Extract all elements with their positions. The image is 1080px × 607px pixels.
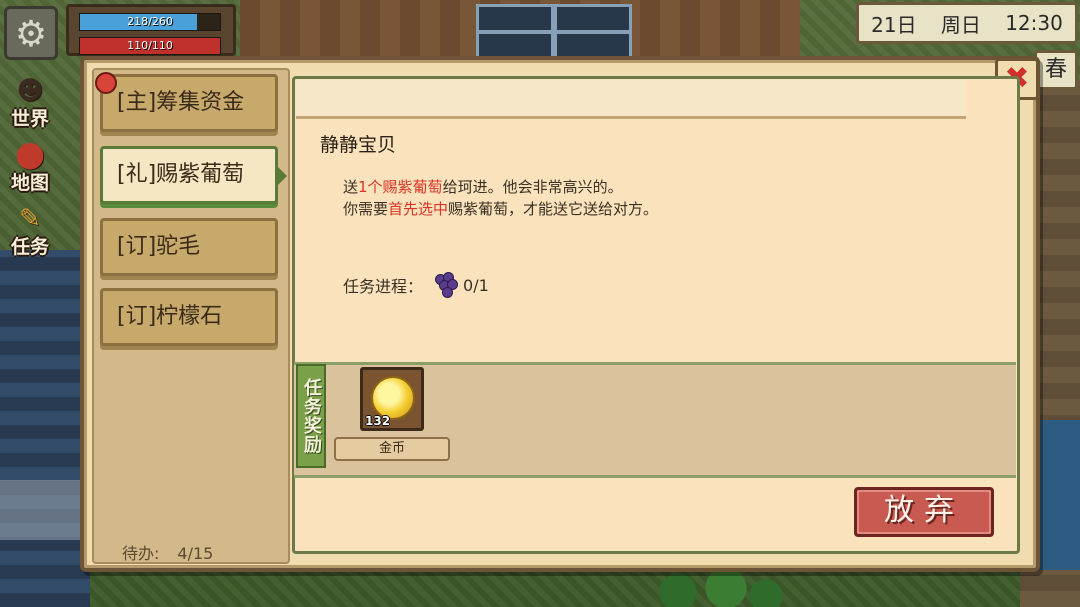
quest-progress: 任务进程： 0/1 [343, 272, 489, 298]
settings-button[interactable]: ⚙ [4, 6, 58, 60]
quest-detail [292, 76, 1020, 554]
quest-npc-name: 静静宝贝 [320, 134, 397, 156]
status-bars: 218/260 110/110 [66, 4, 236, 56]
map-pin-icon: ⬤ [15, 140, 45, 170]
nav-world[interactable]: ☻ 世界 [0, 74, 60, 138]
gear-icon: ⚙ [14, 14, 48, 55]
energy-value: 218/260 [127, 15, 173, 28]
season-badge: 春 [1034, 50, 1078, 90]
desc2-highlight: 首先选中 [388, 200, 449, 218]
desc1-post: 给珂进。他会非常高兴的。 [442, 178, 623, 196]
desc2-post: 赐紫葡萄，才能送它送给对方。 [448, 200, 659, 218]
nav-quests-label: 任务 [10, 236, 49, 258]
desc1-highlight: 1个赐紫葡萄 [358, 178, 443, 196]
todo-counter: 待办: 4/15 [122, 540, 231, 564]
reward-item-slot[interactable]: 132 [360, 367, 424, 431]
quest-tab-order-lemon-stone[interactable]: [订]柠檬石 [100, 288, 278, 346]
nav-world-label: 世界 [10, 108, 49, 130]
nav-quests[interactable]: ✎ 任务 [0, 202, 60, 266]
time-label: 12:30 [1005, 11, 1063, 35]
reward-item-name: 金币 [334, 437, 450, 461]
nav-map[interactable]: ⬤ 地图 [0, 138, 60, 202]
health-value: 110/110 [127, 39, 173, 52]
desc2-pre: 你需要 [343, 200, 389, 218]
progress-value: 0/1 [463, 275, 489, 295]
building-wall-left [0, 250, 90, 607]
todo-count: 4/15 [177, 544, 214, 563]
energy-bar: 218/260 [79, 13, 221, 31]
reward-section-label: 任务奖励 [296, 364, 326, 468]
desc1-pre: 送 [343, 178, 359, 196]
abandon-button[interactable]: 放弃 [854, 487, 994, 537]
quest-icon: ✎ [19, 204, 41, 234]
quest-detail-header-band [296, 80, 966, 119]
health-bar: 110/110 [79, 37, 221, 55]
notification-dot [95, 72, 117, 94]
quest-tab-main[interactable]: [主]筹集资金 [100, 74, 278, 132]
day-label: 21日 [871, 12, 917, 37]
quest-description-line-2: 你需要首先选中赐紫葡萄，才能送它送给对方。 [343, 198, 658, 219]
machinery [0, 480, 90, 540]
house-window [476, 4, 632, 60]
people-icon: ☻ [16, 76, 44, 106]
todo-label: 待办: [122, 544, 160, 563]
tree-bush [630, 572, 790, 607]
date-time-display: 21日 周日 12:30 [856, 2, 1078, 44]
quest-tab-gift-grape[interactable]: [礼]赐紫葡萄 [100, 146, 287, 204]
weekday-label: 周日 [940, 12, 981, 37]
grape-icon [435, 272, 459, 298]
reward-quantity: 132 [365, 414, 391, 428]
side-navigation: ☻ 世界 ⬤ 地图 ✎ 任务 [0, 74, 60, 266]
nav-map-label: 地图 [10, 172, 49, 194]
quest-tab-order-camel-hair[interactable]: [订]驼毛 [100, 218, 278, 276]
quest-description-line-1: 送1个赐紫葡萄给珂进。他会非常高兴的。 [343, 176, 623, 197]
progress-label: 任务进程： [343, 277, 424, 296]
